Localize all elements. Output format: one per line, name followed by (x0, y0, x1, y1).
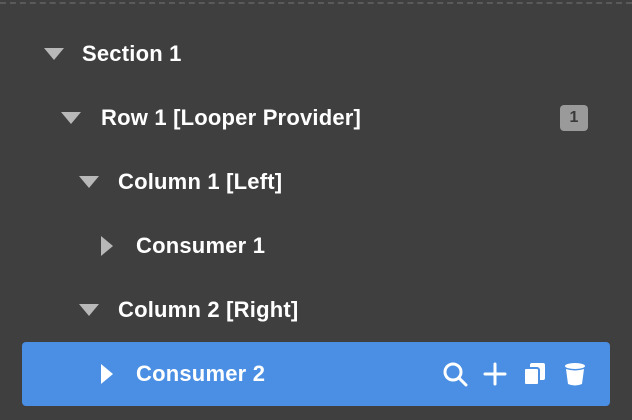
caret-right-icon[interactable] (101, 236, 113, 256)
tree-item-section-1[interactable]: Section 1 (22, 22, 610, 86)
structure-panel: Section 1 Row 1 [Looper Provider] 1 Colu… (0, 0, 632, 420)
tree-item-label: Consumer 1 (136, 233, 266, 258)
caret-down-icon[interactable] (79, 176, 99, 188)
tree-item-column-1[interactable]: Column 1 [Left] (22, 150, 610, 214)
duplicate-icon[interactable] (522, 361, 548, 387)
tree-item-label: Column 2 [Right] (118, 297, 299, 322)
tree-item-label: Section 1 (82, 41, 182, 66)
caret-down-icon[interactable] (79, 304, 99, 316)
tree-item-column-2[interactable]: Column 2 [Right] (22, 278, 610, 342)
caret-right-icon[interactable] (101, 364, 113, 384)
caret-down-icon[interactable] (61, 112, 81, 124)
caret-down-icon[interactable] (44, 48, 64, 60)
count-badge: 1 (560, 105, 588, 131)
tree-item-row-1[interactable]: Row 1 [Looper Provider] 1 (22, 86, 610, 150)
search-icon[interactable] (442, 361, 468, 387)
plus-icon[interactable] (482, 361, 508, 387)
tree-item-consumer-1[interactable]: Consumer 1 (22, 214, 610, 278)
dashed-divider (0, 2, 632, 4)
tree-item-consumer-2[interactable]: Consumer 2 (22, 342, 610, 406)
tree-item-label: Consumer 2 (136, 361, 266, 386)
tree-item-label: Column 1 [Left] (118, 169, 283, 194)
trash-icon[interactable] (562, 361, 588, 387)
tree-item-label: Row 1 [Looper Provider] (101, 105, 362, 130)
row-actions (442, 361, 588, 387)
